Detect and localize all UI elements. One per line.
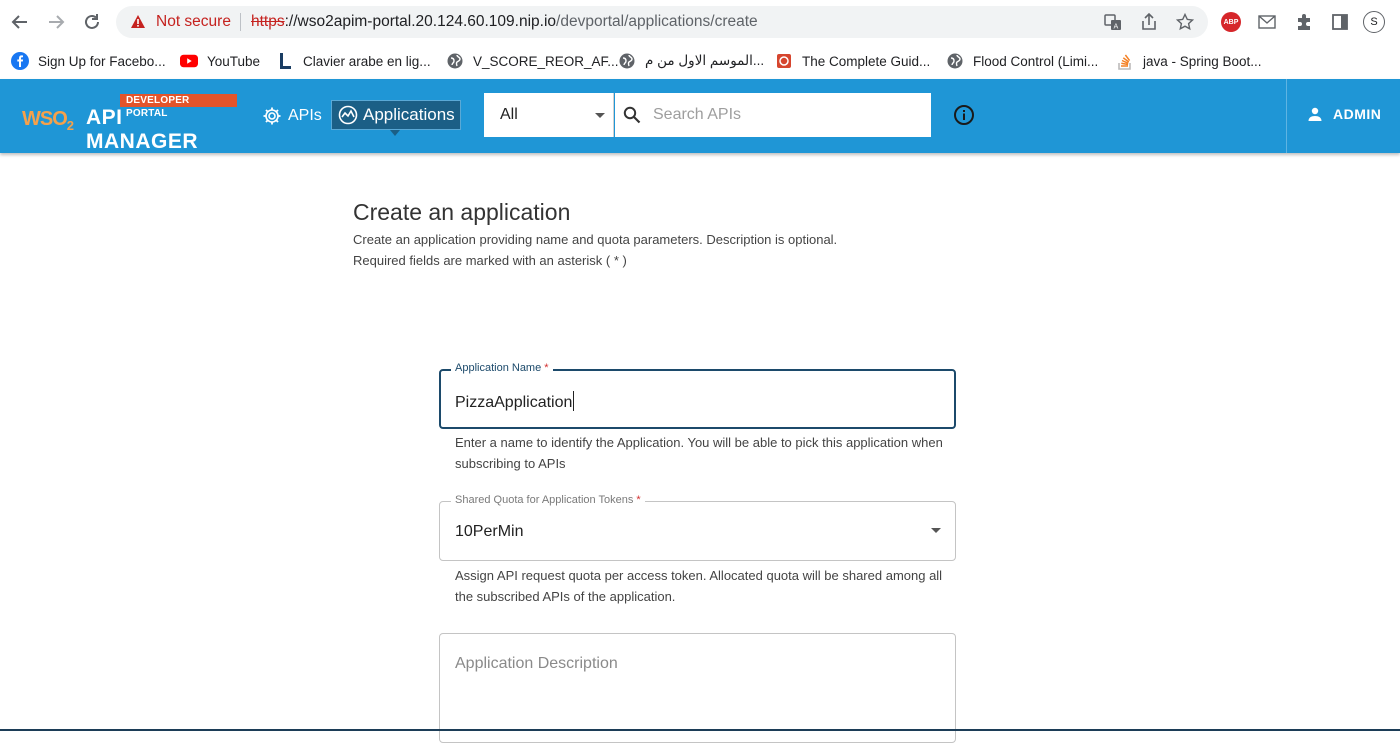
nav-applications-link[interactable]: Applications (331, 100, 461, 136)
user-icon (1308, 107, 1322, 121)
header-divider (1286, 79, 1287, 153)
page-subtitle: Create an application providing name and… (353, 232, 838, 247)
translate-icon[interactable]: A (1103, 12, 1123, 32)
application-name-helper: Enter a name to identify the Application… (455, 435, 943, 471)
quota-helper: Assign API request quota per access toke… (455, 568, 943, 604)
application-name-label: Application Name * (451, 362, 553, 374)
bookmark-label: الموسم الاول من م... (645, 53, 765, 68)
page-title: Create an application (353, 199, 571, 225)
bookmark-label: V_SCORE_REOR_AF... (473, 53, 619, 69)
globe-icon (946, 52, 964, 70)
required-asterisk: * (636, 494, 641, 506)
text-cursor (573, 391, 575, 411)
application-name-label-text: Application Name (455, 362, 542, 374)
logo-sub: 2 (66, 118, 74, 133)
quota-select-field[interactable]: Shared Quota for Application Tokens * 10… (439, 494, 956, 561)
red-square-icon (775, 52, 793, 70)
bookmark-label: java - Spring Boot... (1143, 53, 1262, 69)
globe-icon (446, 52, 464, 70)
application-description-placeholder: Application Description (455, 655, 618, 672)
bookmark-label: Clavier arabe en lig... (303, 53, 431, 69)
globe-icon (618, 52, 636, 70)
info-icon[interactable] (953, 104, 975, 126)
caret-down-icon (595, 113, 605, 118)
forward-button[interactable] (44, 10, 68, 34)
url-scheme: https (251, 13, 285, 30)
bookmarks-bar: Sign Up for Facebo... YouTube Clavier ar… (0, 44, 1400, 78)
required-asterisk: * (544, 362, 549, 374)
applications-icon (338, 105, 358, 125)
profile-avatar[interactable]: S (1363, 11, 1385, 33)
quota-label: Shared Quota for Application Tokens * (451, 494, 645, 506)
search-box (615, 93, 931, 137)
stackoverflow-icon (1116, 52, 1134, 70)
logo-wso: WSO (22, 108, 68, 130)
wso2-logo[interactable]: DEVELOPER PORTAL WSO2 API MANAGER (22, 94, 237, 153)
bookmark-item[interactable]: V_SCORE_REOR_AF... (446, 49, 619, 73)
arrow-right-icon (49, 15, 65, 29)
bookmark-label: Flood Control (Limi... (973, 53, 1099, 69)
bookmark-item[interactable]: The Complete Guid... (775, 49, 930, 73)
required-fields-note: Required fields are marked with an aster… (353, 253, 627, 268)
not-secure-label[interactable]: Not secure (156, 13, 231, 31)
svg-text:A: A (1114, 23, 1119, 31)
extensions-puzzle-icon[interactable] (1294, 12, 1314, 32)
reload-button[interactable] (80, 10, 104, 34)
search-input[interactable] (653, 103, 913, 127)
application-name-value: PizzaApplication (455, 394, 573, 411)
reload-icon (85, 14, 99, 29)
search-icon (623, 106, 641, 129)
facebook-icon (11, 52, 29, 70)
bookmark-item[interactable]: Flood Control (Limi... (946, 49, 1098, 73)
bookmark-label: The Complete Guid... (802, 53, 931, 69)
caret-down-icon (931, 528, 941, 533)
browser-toolbar: Not secure https://wso2apim-portal.20.12… (0, 0, 1400, 44)
bookmark-item[interactable]: Clavier arabe en lig... (276, 49, 431, 73)
share-icon[interactable] (1139, 12, 1159, 32)
logo-wso-text: WSO2 (22, 108, 74, 133)
back-button[interactable] (8, 10, 32, 34)
product-name: API MANAGER (86, 106, 198, 153)
youtube-icon (180, 52, 198, 70)
quota-label-text: Shared Quota for Application Tokens (455, 494, 634, 506)
nav-apis-link[interactable]: APIs (262, 101, 322, 131)
arrow-left-icon (11, 15, 27, 29)
quota-value: 10PerMin (455, 523, 524, 540)
l-letter-icon (276, 52, 294, 70)
application-name-input[interactable]: PizzaApplication (455, 391, 575, 412)
application-description-field[interactable]: Application Description (439, 633, 956, 743)
bookmark-label: YouTube (207, 53, 261, 69)
search-scope-select[interactable]: All (484, 93, 614, 137)
nav-apis-label: APIs (288, 107, 322, 124)
bookmark-label: Sign Up for Facebo... (38, 53, 166, 69)
mail-icon[interactable] (1257, 12, 1277, 32)
search-scope-value: All (500, 106, 518, 123)
nav-applications-label: Applications (363, 105, 455, 124)
user-menu-button[interactable]: ADMIN (1308, 106, 1381, 122)
warning-icon[interactable] (130, 14, 146, 34)
url-text[interactable]: https://wso2apim-portal.20.124.60.109.ni… (251, 13, 758, 31)
bookmark-item[interactable]: الموسم الاول من م... (618, 49, 764, 73)
side-panel-icon[interactable] (1330, 12, 1350, 32)
adblock-icon[interactable]: ABP (1221, 12, 1241, 32)
gear-icon (263, 107, 281, 125)
bookmark-item[interactable]: java - Spring Boot... (1116, 49, 1262, 73)
application-name-field[interactable]: Application Name * PizzaApplication (439, 362, 956, 429)
address-bar[interactable]: Not secure https://wso2apim-portal.20.12… (116, 6, 1208, 38)
bookmark-item[interactable]: Sign Up for Facebo... (11, 49, 166, 73)
url-host: ://wso2apim-portal.20.124.60.109.nip.io (284, 13, 557, 30)
divider (240, 13, 241, 31)
url-path: /devportal/applications/create (556, 13, 758, 30)
user-name: ADMIN (1333, 106, 1382, 122)
star-icon[interactable] (1175, 12, 1195, 32)
bookmark-item[interactable]: YouTube (180, 49, 260, 73)
